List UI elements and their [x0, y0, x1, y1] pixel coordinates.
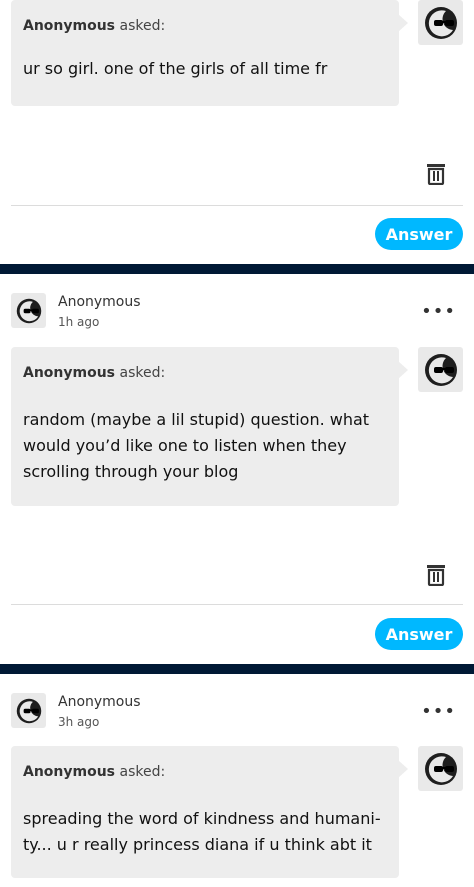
- delete-icon[interactable]: [426, 163, 446, 185]
- answer-button[interactable]: Answer: [375, 618, 463, 650]
- sunglasses-face-icon: [16, 698, 41, 723]
- sunglasses-face-icon: [424, 752, 457, 785]
- ask-bubble: Anonymous asked: ur so girl. one of the …: [11, 0, 408, 106]
- asker-name[interactable]: Anonymous: [23, 764, 115, 780]
- more-options-button[interactable]: •••: [421, 703, 456, 721]
- asked-suffix: asked:: [119, 18, 166, 34]
- action-divider: [11, 205, 463, 206]
- asked-line: Anonymous asked:: [23, 365, 387, 381]
- ask-post-1: Anonymous asked: ur so girl. one of the …: [0, 0, 474, 265]
- action-divider: [11, 604, 463, 605]
- blog-avatar[interactable]: [11, 693, 46, 728]
- more-options-button[interactable]: •••: [421, 303, 456, 321]
- sunglasses-face-icon: [16, 298, 41, 323]
- asker-avatar[interactable]: [418, 347, 463, 392]
- post-author[interactable]: Anonymous: [58, 294, 141, 310]
- question-text: spreading the word of kindness and human…: [23, 809, 381, 854]
- ask-bubble: Anonymous asked: random (maybe a lil stu…: [11, 347, 408, 506]
- ask-post-2: Anonymous 1h ago ••• Anonymous asked: ra…: [0, 274, 474, 664]
- asker-name[interactable]: Anonymous: [23, 365, 115, 381]
- post-timestamp: 3h ago: [58, 715, 100, 729]
- post-separator: [0, 664, 474, 674]
- asker-avatar[interactable]: [418, 0, 463, 45]
- sunglasses-face-icon: [424, 353, 457, 386]
- delete-icon[interactable]: [426, 564, 446, 586]
- asker-name[interactable]: Anonymous: [23, 18, 115, 34]
- question-text: random (maybe a lil stupid) question. wh…: [23, 410, 370, 481]
- question-text: ur so girl. one of the girls of all time…: [23, 59, 328, 78]
- sunglasses-face-icon: [424, 6, 457, 39]
- asked-suffix: asked:: [119, 365, 166, 381]
- ask-post-3: Anonymous 3h ago ••• Anonymous asked: sp…: [0, 674, 474, 887]
- ask-bubble: Anonymous asked: spreading the word of k…: [11, 746, 408, 878]
- asked-line: Anonymous asked:: [23, 18, 387, 34]
- asker-avatar[interactable]: [418, 746, 463, 791]
- post-separator: [0, 264, 474, 274]
- asked-line: Anonymous asked:: [23, 764, 387, 780]
- blog-avatar[interactable]: [11, 293, 46, 328]
- post-author[interactable]: Anonymous: [58, 694, 141, 710]
- post-timestamp: 1h ago: [58, 315, 100, 329]
- asked-suffix: asked:: [119, 764, 166, 780]
- answer-button[interactable]: Answer: [375, 218, 463, 250]
